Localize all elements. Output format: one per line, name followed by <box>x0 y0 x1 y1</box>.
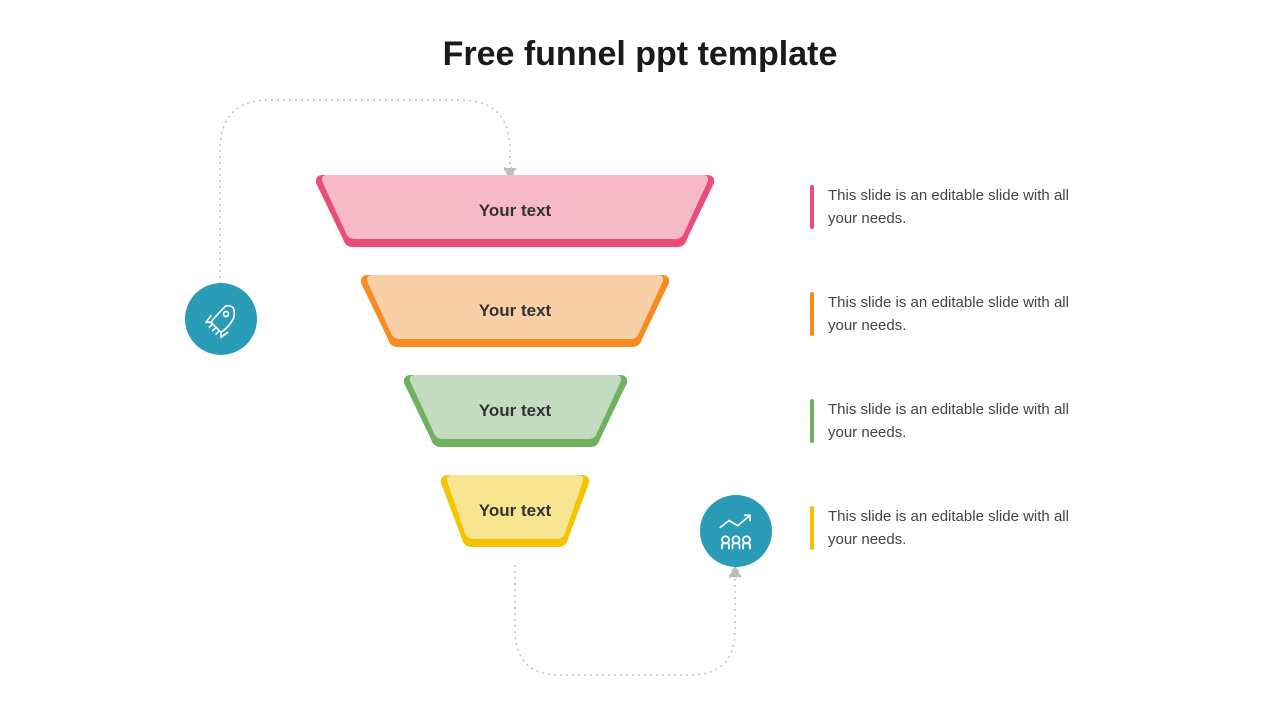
connector-bottom <box>480 560 770 690</box>
page-title: Free funnel ppt template <box>0 35 1280 74</box>
description-1: This slide is an editable slide with all… <box>810 185 1080 230</box>
description-1-text: This slide is an editable slide with all… <box>828 185 1080 230</box>
funnel-segment-1-label: Your text <box>315 175 715 247</box>
description-2: This slide is an editable slide with all… <box>810 292 1080 337</box>
description-4: This slide is an editable slide with all… <box>810 506 1080 551</box>
description-4-bar <box>810 506 814 550</box>
funnel-segment-1: Your text <box>315 175 715 247</box>
description-2-text: This slide is an editable slide with all… <box>828 292 1080 337</box>
description-1-bar <box>810 185 814 229</box>
rocket-icon <box>185 283 257 355</box>
description-3: This slide is an editable slide with all… <box>810 399 1080 444</box>
description-3-text: This slide is an editable slide with all… <box>828 399 1080 444</box>
funnel-segment-3: Your text <box>403 375 628 447</box>
funnel-segment-3-label: Your text <box>403 375 628 447</box>
description-2-bar <box>810 292 814 336</box>
funnel-segment-4-label: Your text <box>440 475 590 547</box>
descriptions-container: This slide is an editable slide with all… <box>810 185 1080 613</box>
funnel-segment-2: Your text <box>360 275 670 347</box>
funnel-container: Your text Your text Your text Your text <box>310 175 720 575</box>
description-4-text: This slide is an editable slide with all… <box>828 506 1080 551</box>
funnel-segment-4: Your text <box>440 475 590 547</box>
growth-chart-icon <box>700 495 772 567</box>
funnel-segment-2-label: Your text <box>360 275 670 347</box>
description-3-bar <box>810 399 814 443</box>
